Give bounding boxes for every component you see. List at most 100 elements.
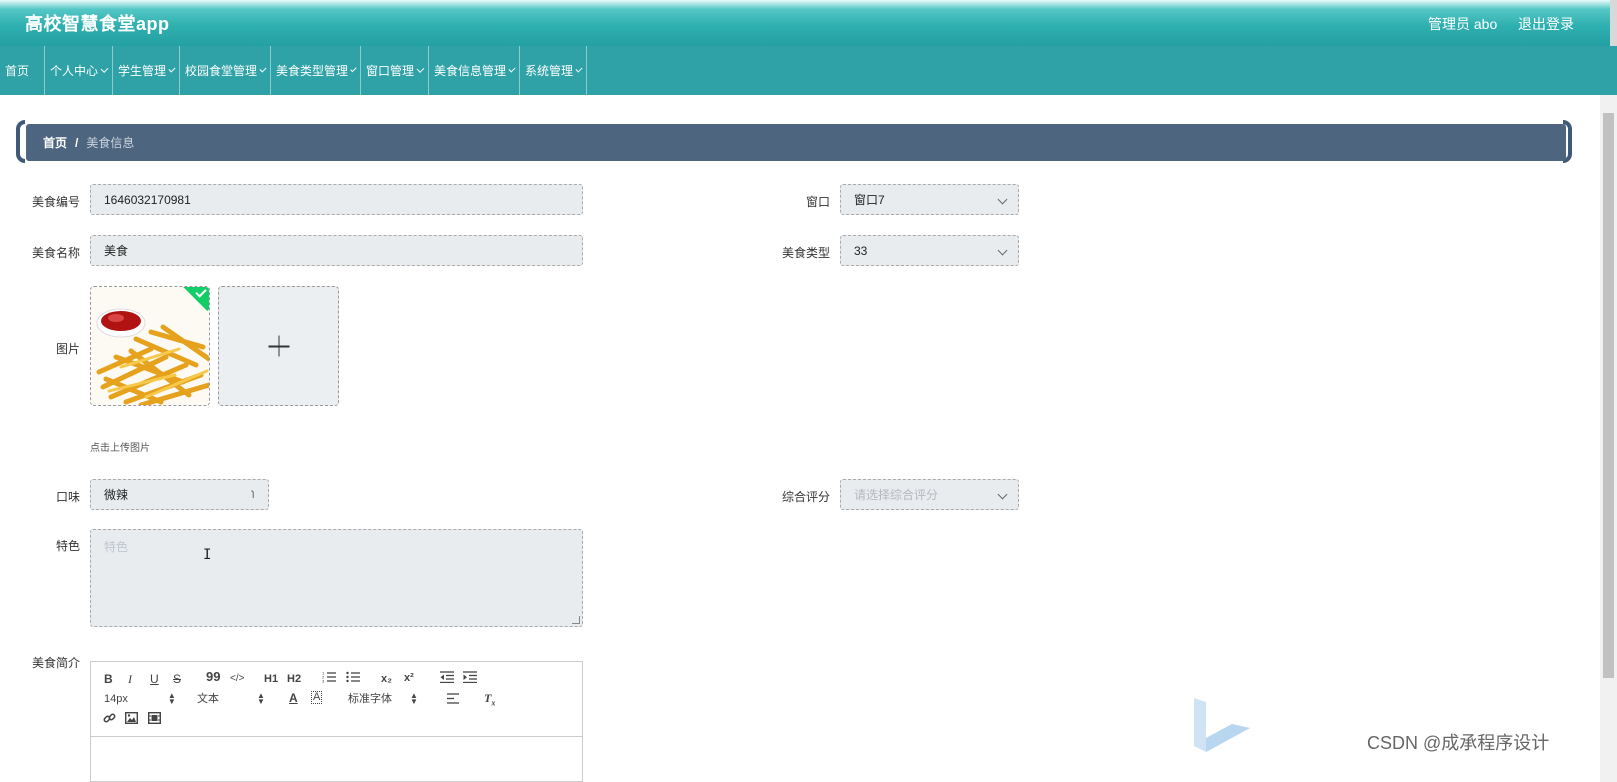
breadcrumb-current: 美食信息	[86, 136, 135, 150]
breadcrumb-home-link[interactable]: 首页	[43, 134, 67, 151]
image-upload-button[interactable]	[218, 286, 339, 406]
chevron-down-icon	[997, 245, 1008, 256]
food-type-label: 美食类型	[781, 246, 830, 260]
nav-label: 校园食堂管理	[185, 64, 258, 78]
nav-item-system-management[interactable]: 系统管理	[520, 46, 587, 95]
nav-item-personal-center[interactable]: 个人中心	[45, 46, 113, 95]
header2-button[interactable]: H2	[287, 672, 301, 686]
breadcrumb-bracket-left	[16, 120, 25, 163]
taste-label: 口味	[55, 490, 80, 504]
nav-label: 系统管理	[525, 64, 574, 78]
nav-item-home[interactable]: 首页	[0, 46, 45, 95]
align-left-icon[interactable]	[447, 693, 459, 707]
text-cursor-icon: I	[203, 547, 212, 563]
editor-toolbar-divider	[91, 736, 582, 737]
chevron-down-icon	[997, 489, 1008, 500]
outdent-icon[interactable]	[440, 671, 454, 686]
nav-label: 美食信息管理	[434, 64, 507, 78]
input-suffix-icon: ɿ	[251, 488, 255, 499]
page-scrollbar-thumb[interactable]	[1603, 113, 1614, 678]
nav-item-food-info-management[interactable]: 美食信息管理	[429, 46, 520, 95]
video-icon[interactable]	[147, 711, 162, 727]
food-no-input[interactable]: 1646032170981	[90, 184, 583, 215]
fries-image	[91, 287, 209, 405]
header-select-value: 文本	[197, 693, 219, 705]
indent-icon[interactable]	[463, 671, 477, 686]
italic-button[interactable]: I	[128, 672, 132, 686]
rating-label: 综合评分	[781, 490, 830, 504]
select-updown-icon: ▲ ▼	[257, 691, 265, 707]
font-color-icon[interactable]: A	[289, 691, 298, 705]
bing-logo-watermark	[1194, 698, 1250, 752]
taste-input[interactable]: 微辣	[90, 479, 269, 510]
code-block-button[interactable]: </>	[230, 672, 244, 686]
header-scroll-edge	[1610, 0, 1617, 46]
nav-label: 窗口管理	[366, 64, 415, 78]
font-family-select[interactable]: 标准字体 ▲ ▼	[348, 692, 418, 706]
blockquote-button[interactable]: 99	[206, 670, 220, 684]
rich-text-editor[interactable]: B I U S 99 </> H1 H2 123 x₂ x² 14px ▲ ▼ 文本…	[90, 661, 583, 782]
subscript-button[interactable]: x₂	[381, 672, 392, 686]
strike-button[interactable]: S	[173, 672, 181, 686]
ordered-list-icon[interactable]: 123	[322, 671, 336, 686]
superscript-button[interactable]: x²	[404, 671, 414, 685]
chevron-down-icon	[100, 65, 109, 73]
font-size-value: 14px	[104, 693, 128, 705]
bullet-list-icon[interactable]	[346, 671, 360, 686]
window-select[interactable]: 窗口7	[840, 184, 1019, 215]
food-type-select[interactable]: 33	[840, 235, 1019, 266]
app-title: 高校智慧食堂app	[25, 14, 170, 34]
main-nav: 首页 个人中心 学生管理 校园食堂管理 美食类型管理 窗口管理 美食信息管理 系…	[0, 46, 1617, 95]
plus-icon	[268, 335, 289, 357]
clear-format-icon[interactable]: Tx	[484, 691, 495, 710]
breadcrumb: 首页 / 美食信息	[26, 124, 1566, 161]
underline-button[interactable]: U	[150, 672, 159, 686]
feature-placeholder: 特色	[104, 540, 129, 554]
food-type-selected-value: 33	[854, 243, 868, 258]
image-label: 图片	[55, 342, 80, 356]
nav-label: 首页	[5, 64, 30, 78]
header1-button[interactable]: H1	[264, 672, 278, 686]
bold-button[interactable]: B	[104, 672, 113, 686]
intro-label: 美食简介	[31, 656, 80, 670]
nav-label: 个人中心	[50, 64, 99, 78]
feature-textarea[interactable]: 特色	[90, 529, 583, 627]
chevron-down-icon	[575, 65, 583, 73]
food-no-value: 1646032170981	[104, 192, 191, 207]
breadcrumb-separator: /	[75, 135, 79, 150]
rating-placeholder: 请选择综合评分	[854, 488, 939, 502]
food-name-input[interactable]: 美食	[90, 235, 583, 266]
nav-item-student-management[interactable]: 学生管理	[113, 46, 180, 95]
font-family-value: 标准字体	[348, 693, 392, 705]
nav-label: 美食类型管理	[276, 64, 349, 78]
current-user-label: 管理员 abo	[1428, 16, 1498, 32]
chevron-down-icon	[350, 65, 357, 73]
food-no-label: 美食编号	[31, 195, 80, 209]
food-name-value: 美食	[104, 244, 129, 258]
csdn-watermark: CSDN @成承程序设计	[1367, 733, 1550, 753]
background-color-icon[interactable]: A	[311, 691, 323, 704]
chevron-down-icon	[416, 65, 425, 73]
feature-label: 特色	[55, 539, 80, 553]
select-updown-icon: ▲ ▼	[410, 691, 418, 707]
header-select[interactable]: 文本 ▲ ▼	[197, 692, 265, 706]
top-header: 高校智慧食堂app 管理员 abo 退出登录	[0, 0, 1617, 46]
resize-handle[interactable]	[572, 616, 580, 624]
svg-text:3: 3	[322, 679, 325, 684]
rating-select[interactable]: 请选择综合评分	[840, 479, 1019, 510]
link-icon[interactable]	[103, 712, 116, 728]
image-icon[interactable]	[124, 711, 139, 727]
chevron-down-icon	[508, 65, 516, 73]
uploaded-image-card[interactable]	[90, 286, 210, 406]
font-size-select[interactable]: 14px ▲ ▼	[104, 692, 176, 706]
window-label: 窗口	[805, 195, 830, 209]
chevron-down-icon	[259, 65, 267, 73]
chevron-down-icon	[997, 194, 1008, 205]
nav-item-window-management[interactable]: 窗口管理	[361, 46, 429, 95]
nav-item-canteen-management[interactable]: 校园食堂管理	[180, 46, 271, 95]
select-updown-icon: ▲ ▼	[167, 691, 176, 707]
chevron-down-icon	[168, 65, 176, 73]
logout-link[interactable]: 退出登录	[1518, 14, 1574, 34]
upload-hint: 点击上传图片	[90, 443, 150, 454]
nav-item-food-type-management[interactable]: 美食类型管理	[271, 46, 361, 95]
